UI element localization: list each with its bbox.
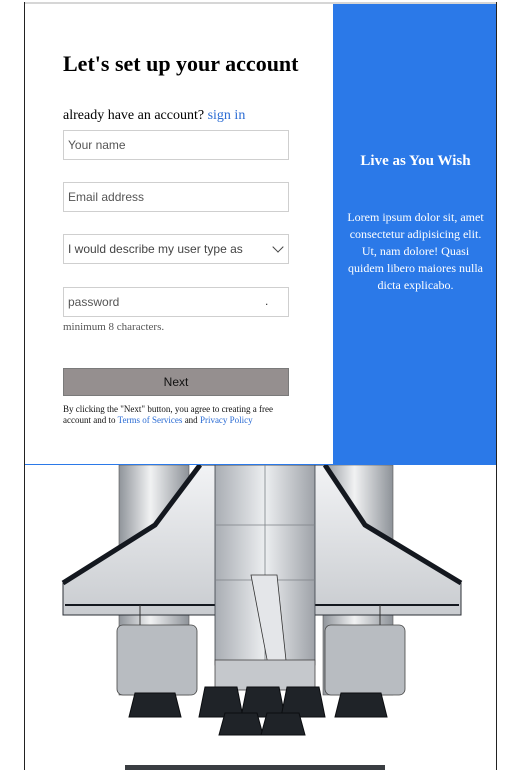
next-button[interactable]: Next [63, 368, 289, 396]
name-input[interactable] [63, 130, 289, 160]
terms-and: and [184, 414, 198, 425]
privacy-link[interactable]: Privacy Policy [200, 415, 253, 425]
signup-frame: Let's set up your account already have a… [24, 2, 497, 770]
password-input[interactable] [63, 287, 289, 317]
terms-link[interactable]: Terms of Services [118, 415, 183, 425]
space-shuttle-image [61, 465, 463, 770]
password-hint: minimum 8 characters. [63, 321, 165, 333]
signin-link[interactable]: sign in [208, 108, 246, 123]
signin-prompt: already have an account? [63, 108, 205, 123]
email-input[interactable] [63, 182, 289, 212]
password-toggle-dot[interactable]: . [265, 294, 268, 308]
page-title: Let's set up your account [63, 51, 299, 76]
promo-title: Live as You Wish [360, 153, 471, 169]
signin-row: already have an account? sign in [63, 108, 245, 124]
chevron-down-icon [272, 241, 284, 253]
promo-panel: Live as You Wish Lorem ipsum dolor sit, … [333, 4, 496, 464]
signup-form-panel: Let's set up your account already have a… [25, 4, 333, 464]
promo-body: Lorem ipsum dolor sit, amet consectetur … [347, 210, 484, 292]
user-type-select[interactable]: I would describe my user type as [63, 234, 289, 264]
user-type-selected-value: I would describe my user type as [68, 242, 243, 256]
terms-text: By clicking the "Next" button, you agree… [63, 404, 295, 425]
